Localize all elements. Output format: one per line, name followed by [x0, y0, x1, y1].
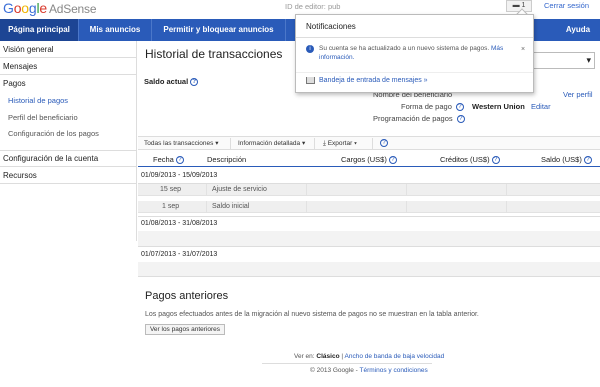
info-icon: i: [306, 45, 314, 53]
nav-home[interactable]: Página principal: [0, 19, 78, 41]
notifications-title: Notificaciones: [306, 22, 356, 31]
close-icon[interactable]: ×: [521, 46, 525, 53]
message-inbox-link[interactable]: Bandeja de entrada de mensajes »: [319, 77, 428, 84]
help-icon: ?: [491, 156, 500, 165]
past-payments-description: Los pagos efectuados antes de la migraci…: [145, 311, 479, 318]
nav-my-ads[interactable]: Mis anuncios: [79, 19, 151, 41]
terms-link[interactable]: Términos y condiciones: [360, 367, 428, 374]
table-header: Fecha? Descripción Cargos (US$)? Crédito…: [138, 152, 600, 167]
all-transactions-dropdown[interactable]: Todas las transacciones ▾: [144, 138, 218, 149]
row-description: Saldo inicial: [212, 203, 250, 210]
sidebar-divider: [0, 166, 137, 167]
sidebar-divider: [0, 74, 137, 75]
past-payments-title: Pagos anteriores: [145, 290, 229, 302]
toolbar-divider: [314, 138, 315, 149]
sidebar-item-resources[interactable]: Recursos: [3, 171, 37, 180]
row-description: Ajuste de servicio: [212, 186, 267, 193]
chevron-down-icon: ▾: [354, 140, 357, 147]
sidebar-item-payment-history[interactable]: Historial de pagos: [8, 96, 68, 105]
help-icon: ?: [380, 139, 388, 148]
sign-out-link[interactable]: Cerrar sesión: [544, 1, 589, 10]
export-dropdown[interactable]: ⤓ Exportar ▾: [323, 138, 357, 149]
period-header: 01/09/2013 - 15/09/2013: [141, 172, 218, 179]
table-row: 1 sep Saldo inicial: [138, 201, 600, 213]
payment-method-label: Forma de pago ?: [401, 102, 464, 112]
page-title: Historial de transacciones: [145, 47, 283, 61]
sidebar-divider: [0, 183, 137, 184]
toolbar-divider: [230, 138, 231, 149]
popup-divider: [296, 72, 533, 73]
column-description[interactable]: Descripción: [207, 155, 246, 164]
notifications-popup: Notificaciones i Su cuenta se ha actuali…: [295, 14, 534, 93]
column-divider: [406, 201, 407, 213]
current-balance-label: Saldo actual?: [144, 77, 199, 87]
sidebar-item-payment-settings[interactable]: Configuración de los pagos: [8, 129, 99, 138]
chevron-down-icon: ▾: [586, 55, 591, 65]
sidebar-item-payments[interactable]: Pagos: [3, 79, 26, 88]
period-header: 01/08/2013 - 31/08/2013: [141, 220, 218, 227]
nav-divider: [285, 19, 286, 41]
column-divider: [206, 184, 207, 196]
sidebar-item-payee-profile[interactable]: Perfil del beneficiario: [8, 113, 78, 122]
toolbar-help[interactable]: ?: [378, 138, 388, 149]
help-icon: ?: [583, 156, 592, 165]
edit-payment-method-link[interactable]: Editar: [531, 102, 551, 111]
column-divider: [506, 184, 507, 196]
notification-message: Su cuenta se ha actualizado a un nuevo s…: [319, 45, 504, 61]
help-icon: ?: [388, 156, 397, 165]
row-divider: [138, 276, 600, 277]
view-past-payments-button[interactable]: Ver los pagos anteriores: [145, 324, 225, 335]
row-divider: [138, 246, 600, 247]
sidebar-item-messages[interactable]: Mensajes: [3, 62, 37, 71]
help-icon[interactable]: ?: [190, 78, 199, 87]
empty-period-row: [138, 262, 600, 276]
sidebar: Visión general Mensajes Pagos Historial …: [0, 41, 137, 241]
view-profile-link[interactable]: Ver perfil: [563, 90, 593, 99]
classic-view-label: Clásico: [316, 353, 340, 360]
empty-period-row: [138, 231, 600, 246]
payment-schedule-label: Programación de pagos ?: [373, 114, 465, 124]
column-divider: [306, 184, 307, 196]
help-icon[interactable]: ?: [455, 103, 464, 112]
nav-allow-block-ads[interactable]: Permitir y bloquear anuncios: [152, 19, 285, 41]
sidebar-divider: [0, 150, 137, 151]
column-divider: [206, 201, 207, 213]
row-date: 1 sep: [162, 203, 180, 210]
publisher-id: ID de editor: pub: [285, 2, 341, 11]
toolbar-divider: [372, 138, 373, 149]
row-divider: [138, 216, 600, 217]
popup-divider: [296, 37, 533, 38]
nav-help[interactable]: Ayuda: [556, 19, 600, 41]
row-date: 15 sep: [160, 186, 182, 193]
chevron-down-icon: ▾: [215, 140, 219, 147]
help-icon[interactable]: ?: [456, 115, 465, 124]
sidebar-divider: [0, 57, 137, 58]
period-header: 01/07/2013 - 31/07/2013: [141, 251, 218, 258]
chevron-down-icon: ▾: [301, 140, 306, 147]
transactions-toolbar: Todas las transacciones ▾ Información de…: [138, 136, 600, 150]
column-charges[interactable]: Cargos (US$)?: [341, 155, 397, 165]
column-divider: [506, 201, 507, 213]
google-adsense-logo[interactable]: Google AdSense: [3, 0, 97, 16]
sidebar-item-account-settings[interactable]: Configuración de la cuenta: [3, 154, 98, 163]
help-icon: ?: [175, 156, 184, 165]
transactions-select[interactable]: ▾: [525, 52, 595, 69]
column-date[interactable]: Fecha?: [153, 155, 184, 165]
table-row: 15 sep Ajuste de servicio: [138, 184, 600, 196]
column-balance[interactable]: Saldo (US$)?: [541, 155, 592, 165]
column-credits[interactable]: Créditos (US$)?: [440, 155, 500, 165]
notification-bubble-icon: ▬: [512, 2, 522, 9]
column-divider: [306, 201, 307, 213]
low-bandwidth-link[interactable]: Ancho de banda de baja velocidad: [345, 353, 445, 360]
footer-divider: [262, 363, 432, 364]
footer-copyright: © 2013 Google - Términos y condiciones: [310, 367, 428, 374]
sidebar-item-overview[interactable]: Visión general: [3, 45, 54, 54]
column-divider: [406, 184, 407, 196]
detailed-info-dropdown[interactable]: Información detallada ▾: [238, 138, 305, 149]
inbox-icon: [306, 77, 315, 84]
payment-method-value: Western Union: [472, 102, 525, 111]
footer-view-options: Ver en: Clásico | Ancho de banda de baja…: [294, 353, 445, 360]
